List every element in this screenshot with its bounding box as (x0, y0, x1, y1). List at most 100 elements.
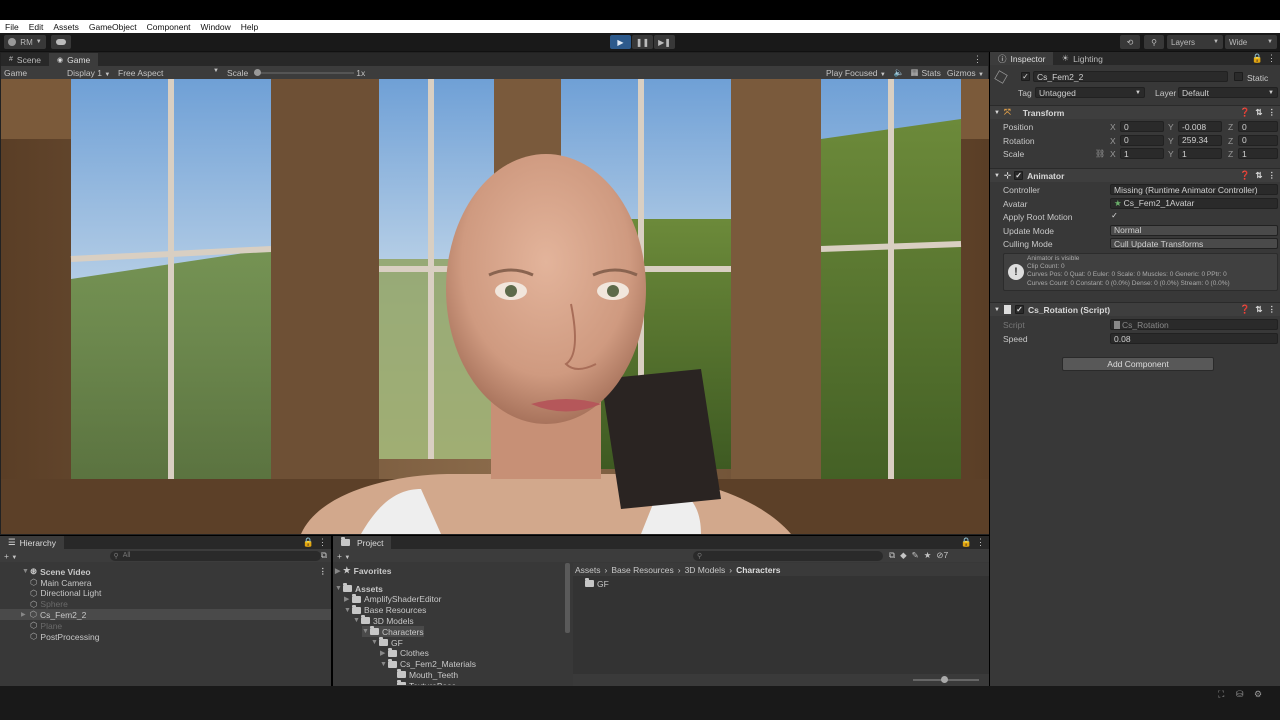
chevron-right-icon[interactable]: ▶ (344, 595, 352, 603)
stats-button[interactable]: Stats (921, 68, 946, 78)
transform-y-field[interactable]: 259.34 (1178, 134, 1222, 146)
more-options-icon[interactable]: ⋮ (1268, 170, 1280, 181)
help-icon[interactable]: ❓ (1240, 170, 1256, 181)
layers-dropdown[interactable]: Layers ▼ (1167, 35, 1223, 49)
axis-label-x[interactable]: X (1110, 149, 1116, 159)
hierarchy-search[interactable]: ⚲ All (109, 550, 321, 561)
transform-z-field[interactable]: 0 (1238, 121, 1278, 132)
create-button[interactable]: + ▼ (333, 551, 363, 561)
tag-dropdown[interactable]: Untagged ▼ (1035, 87, 1145, 98)
debug-mode-icon[interactable]: ⚙ (1254, 689, 1262, 700)
more-options-icon[interactable]: ⋮ (1267, 52, 1280, 65)
display-dropdown[interactable]: Display 1 ▼ (61, 68, 115, 78)
axis-label-z[interactable]: Z (1228, 122, 1233, 132)
create-button[interactable]: + ▼ (0, 551, 30, 561)
play-focused-dropdown[interactable]: Play Focused ▼ (826, 68, 894, 78)
play-button[interactable]: ▶ (610, 35, 631, 49)
layout-dropdown[interactable]: Wide ▼ (1225, 35, 1277, 49)
history-button[interactable]: ⟲ (1120, 35, 1140, 49)
more-options-icon[interactable]: ⋮ (973, 53, 988, 66)
transform-x-field[interactable]: 0 (1120, 121, 1164, 132)
project-tree-item[interactable]: ▼ Base Resources (344, 604, 426, 616)
more-options-icon[interactable]: ⋮ (1268, 304, 1280, 315)
menu-file[interactable]: File (0, 22, 24, 32)
preset-icon[interactable]: ⇅ (1255, 170, 1267, 181)
hidden-packages-icon[interactable]: ⊘7 (931, 550, 948, 561)
constrain-proportions-icon[interactable]: ⛓ (1095, 149, 1105, 158)
tree-scrollbar[interactable] (565, 563, 570, 633)
project-search[interactable]: ⚲ (693, 550, 883, 561)
chevron-right-icon[interactable]: ▶ (380, 649, 388, 657)
menu-assets[interactable]: Assets (48, 22, 84, 32)
controller-field[interactable]: Missing (Runtime Animator Controller) (1110, 184, 1278, 195)
mute-audio-icon[interactable]: 🔈 (894, 67, 911, 78)
pause-button[interactable]: ❚❚ (632, 35, 653, 49)
transform-x-field[interactable]: 0 (1120, 134, 1164, 146)
script-header[interactable]: ▼ ✓ Cs_Rotation (Script) ❓ ⇅ ⋮ (990, 302, 1280, 316)
stats-grid-icon[interactable]: ▦ (910, 67, 921, 78)
tag-icon[interactable]: ✎ (907, 550, 919, 561)
transform-y-field[interactable]: 1 (1178, 148, 1222, 159)
axis-label-z[interactable]: Z (1228, 149, 1233, 159)
step-button[interactable]: ▶❚ (654, 35, 675, 49)
search-by-type-icon[interactable]: ⧉ (883, 550, 895, 561)
axis-label-x[interactable]: X (1110, 136, 1116, 146)
culling-mode-dropdown[interactable]: Cull Update Transforms (1110, 238, 1278, 249)
aspect-dropdown[interactable]: Free Aspect ▼ (115, 68, 222, 78)
axis-label-y[interactable]: Y (1168, 122, 1174, 132)
add-component-button[interactable]: Add Component (1062, 357, 1214, 371)
chevron-down-icon[interactable]: ▼ (344, 607, 352, 614)
project-tree-item[interactable]: TextureBase (389, 680, 456, 685)
search-by-label-icon[interactable]: ◆ (895, 550, 907, 561)
tab-lighting[interactable]: ☀ Lighting (1053, 52, 1110, 65)
gizmos-dropdown[interactable]: Gizmos ▼ (947, 68, 988, 78)
menu-edit[interactable]: Edit (24, 22, 49, 32)
chevron-down-icon[interactable]: ▼ (371, 639, 379, 646)
game-viewport[interactable] (1, 79, 989, 534)
chevron-down-icon[interactable]: ▼ (353, 617, 361, 624)
project-tree-item[interactable]: Mouth_Teeth (389, 669, 458, 680)
tab-scene[interactable]: # Scene (1, 53, 49, 66)
cache-server-icon[interactable]: ⛁ (1236, 689, 1244, 700)
help-icon[interactable]: ❓ (1240, 107, 1256, 118)
lock-icon[interactable]: 🔒 (961, 536, 976, 549)
favorites-item[interactable]: ▶ ★ Favorites (335, 565, 391, 576)
chevron-down-icon[interactable]: ▼ (380, 661, 388, 668)
project-tree-item[interactable]: ▶ AmplifyShaderEditor (344, 593, 441, 605)
hierarchy-item[interactable]: ⬡ Main Camera (30, 577, 330, 588)
icon-size-slider-thumb[interactable] (941, 676, 948, 683)
tab-inspector[interactable]: ⓘ Inspector (990, 52, 1054, 65)
layer-dropdown[interactable]: Default ▼ (1178, 87, 1278, 98)
scale-slider-thumb[interactable] (254, 68, 262, 76)
axis-label-y[interactable]: Y (1168, 149, 1174, 159)
transform-x-field[interactable]: 1 (1120, 148, 1164, 159)
object-name-field[interactable]: Cs_Fem2_2 (1033, 71, 1228, 82)
menu-component[interactable]: Component (142, 22, 196, 32)
update-mode-dropdown[interactable]: Normal (1110, 224, 1278, 236)
search-button[interactable]: ⚲ (1144, 35, 1164, 49)
chevron-down-icon[interactable]: ▼ (362, 628, 370, 635)
transform-header[interactable]: ▼ ⤧ Transform ❓ ⇅ ⋮ (990, 105, 1280, 119)
content-folder-gf[interactable]: GF (585, 578, 609, 589)
animator-header[interactable]: ▼ ⊹ ✓ Animator ❓ ⇅ ⋮ (990, 168, 1280, 182)
breadcrumb-base-resources[interactable]: Base Resources (611, 565, 673, 575)
game-mode-dropdown[interactable]: Game (1, 68, 61, 78)
breadcrumb-characters[interactable]: Characters (736, 565, 780, 575)
transform-y-field[interactable]: -0.008 (1178, 121, 1222, 132)
apply-root-motion-checkbox[interactable]: ✓ (1110, 212, 1119, 221)
preset-icon[interactable]: ⇅ (1255, 107, 1267, 118)
tab-project[interactable]: Project (333, 536, 392, 549)
transform-z-field[interactable]: 0 (1238, 134, 1278, 146)
scale-slider[interactable] (254, 68, 355, 78)
filter-icon[interactable]: ⧉ (321, 550, 331, 561)
transform-z-field[interactable]: 1 (1238, 148, 1278, 159)
animator-enabled-checkbox[interactable]: ✓ (1014, 171, 1024, 180)
hierarchy-item[interactable]: ⬡ Plane (30, 620, 330, 631)
gameobject-active-checkbox[interactable]: ✓ (1021, 72, 1030, 81)
speed-field[interactable]: 0.08 (1110, 333, 1278, 344)
axis-label-x[interactable]: X (1110, 122, 1116, 132)
avatar-field[interactable]: ★ Cs_Fem2_1Avatar (1110, 197, 1278, 209)
help-icon[interactable]: ❓ (1240, 304, 1256, 315)
preset-icon[interactable]: ⇅ (1255, 304, 1267, 315)
axis-label-z[interactable]: Z (1228, 136, 1233, 146)
